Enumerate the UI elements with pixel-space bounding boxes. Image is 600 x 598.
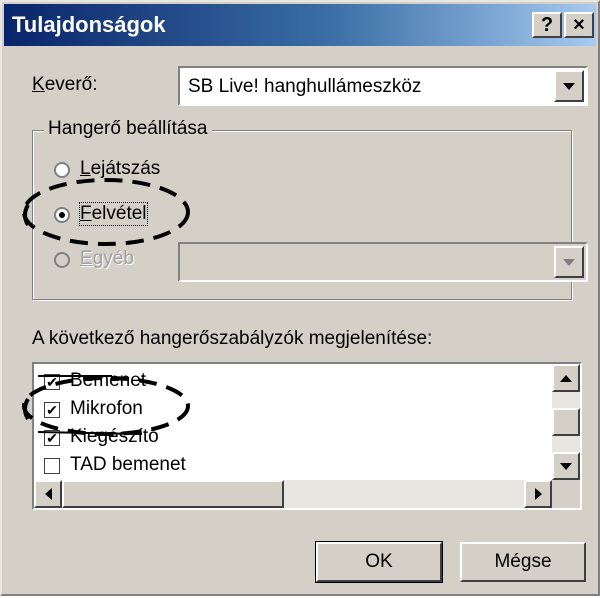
list-item-label: TAD bemenet — [70, 454, 186, 475]
properties-dialog: Tulajdonságok ? × Keverő: SB Live! hangh… — [0, 0, 600, 596]
controls-list-label: A következő hangerőszabályzók megjelenít… — [32, 328, 433, 349]
window-title: Tulajdonságok — [12, 12, 166, 37]
radio-playback-label[interactable]: Lejátszás — [80, 158, 160, 180]
vertical-scrollbar[interactable] — [552, 364, 580, 480]
mixer-label-rest: everő: — [44, 74, 98, 95]
list-item-checkbox[interactable]: ✔ — [44, 402, 60, 418]
mixer-label-accel: K — [32, 74, 45, 95]
chevron-right-icon — [534, 488, 542, 500]
list-item-checkbox[interactable]: ✔ — [44, 430, 60, 446]
mixer-select[interactable]: SB Live! hanghullámeszköz — [178, 66, 588, 106]
horizontal-scroll-thumb[interactable] — [62, 480, 284, 508]
close-button[interactable]: × — [564, 12, 594, 38]
list-item-checkbox[interactable] — [44, 458, 60, 474]
list-item-checkbox[interactable]: ✔ — [44, 374, 60, 390]
volume-group-legend: Hangerő beállítása — [44, 118, 212, 140]
radio-playback[interactable] — [54, 162, 70, 178]
chevron-up-icon — [560, 374, 572, 382]
other-device-select[interactable] — [178, 242, 588, 282]
radio-other-label[interactable]: Egyéb — [80, 248, 134, 270]
chevron-left-icon — [44, 488, 52, 500]
radio-playback-rest: ejátszás — [90, 158, 161, 179]
annotation-stroke-recording — [23, 203, 30, 227]
chevron-down-icon — [560, 462, 572, 470]
list-item-label: Kiegészítő — [70, 426, 159, 447]
radio-recording-label[interactable]: Felvétel — [79, 202, 148, 226]
chevron-down-icon — [563, 82, 575, 90]
radio-other[interactable] — [54, 252, 70, 268]
list-item-label: Bemenet — [70, 370, 147, 391]
radio-recording[interactable] — [54, 207, 70, 223]
controls-listbox[interactable]: ✔ Bemenet ✔ Mikrofon ✔ Kiegészítő TAD be… — [32, 362, 582, 510]
radio-other-rest: gyéb — [92, 248, 134, 269]
scrollbar-corner — [552, 480, 580, 508]
mixer-label: Keverő: — [32, 74, 98, 96]
horizontal-scrollbar[interactable] — [34, 480, 552, 508]
cancel-button[interactable]: Mégse — [460, 542, 586, 582]
radio-other-accel: E — [80, 248, 93, 269]
chevron-down-icon — [563, 258, 575, 266]
radio-playback-accel: L — [80, 158, 91, 179]
list-item-label: Mikrofon — [70, 398, 143, 419]
annotation-stroke-microphone — [23, 397, 30, 421]
radio-recording-rest: elvétel — [91, 203, 147, 224]
other-dropdown-button[interactable] — [554, 246, 584, 278]
ok-button[interactable]: OK — [315, 541, 443, 583]
scroll-left-button[interactable] — [34, 480, 62, 508]
vertical-scroll-thumb[interactable] — [552, 408, 580, 436]
radio-recording-accel: F — [80, 203, 92, 224]
scroll-right-button[interactable] — [524, 480, 552, 508]
scroll-down-button[interactable] — [552, 452, 580, 480]
scroll-up-button[interactable] — [552, 364, 580, 392]
help-button[interactable]: ? — [532, 12, 562, 38]
mixer-select-value: SB Live! hanghullámeszköz — [188, 76, 422, 97]
mixer-dropdown-button[interactable] — [554, 70, 584, 102]
title-bar[interactable]: Tulajdonságok ? × — [4, 4, 596, 46]
